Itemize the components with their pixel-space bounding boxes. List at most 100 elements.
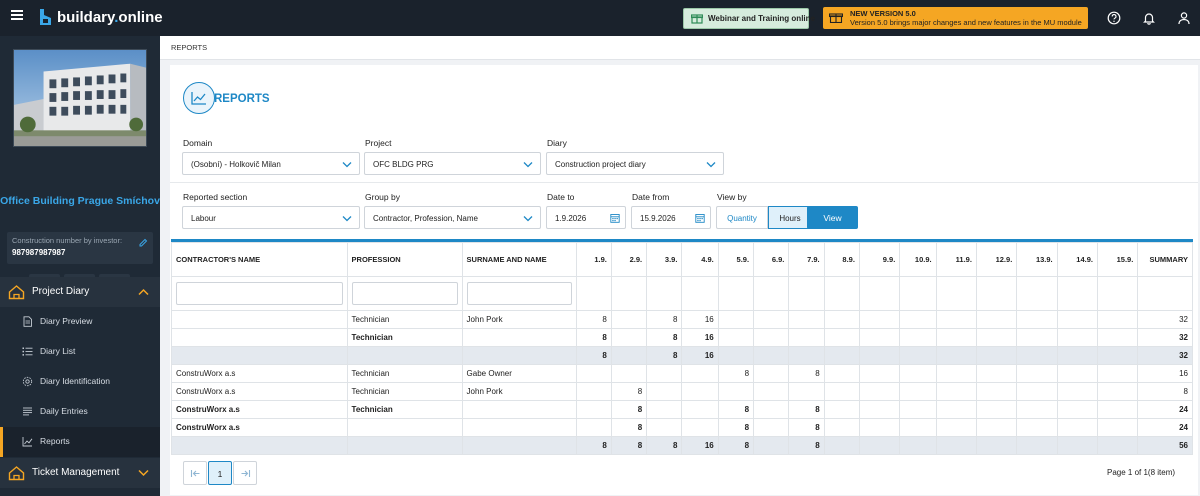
project-select[interactable]: OFC BLDG PRG bbox=[364, 152, 541, 175]
sidebar-item-reports[interactable]: Reports bbox=[0, 427, 160, 457]
diary-select[interactable]: Construction project diary bbox=[546, 152, 724, 175]
table-cell bbox=[975, 382, 1018, 401]
webinar-banner[interactable]: Webinar and Training online bbox=[683, 8, 815, 29]
table-cell bbox=[1016, 364, 1058, 383]
calendar-icon[interactable] bbox=[610, 213, 620, 223]
project-photo bbox=[13, 49, 147, 147]
bell-icon[interactable] bbox=[1142, 11, 1156, 25]
chart-icon bbox=[191, 92, 206, 105]
table-cell bbox=[1096, 400, 1139, 419]
domain-select[interactable]: (Osobní) - Holkovič Milan bbox=[182, 152, 360, 175]
column-header[interactable]: 14.9. bbox=[1056, 242, 1098, 277]
chevron-down-icon bbox=[342, 162, 352, 168]
construction-number: Construction number by investor: 9879879… bbox=[7, 232, 153, 264]
view-by-quantity[interactable]: Quantity bbox=[716, 206, 768, 229]
column-header[interactable]: 5.9. bbox=[717, 242, 755, 277]
table-cell: 8 bbox=[575, 328, 612, 347]
table-row: 8 8 8 16 8 8 56 bbox=[171, 436, 1193, 455]
view-button[interactable]: View bbox=[807, 206, 858, 229]
column-header[interactable]: 9.9. bbox=[858, 242, 901, 277]
column-header[interactable]: 2.9. bbox=[610, 242, 648, 277]
column-header[interactable]: SURNAME AND NAME bbox=[461, 242, 577, 277]
table-cell bbox=[823, 418, 860, 437]
table-row: Technician 8 8 16 32 bbox=[171, 328, 1193, 347]
table-cell bbox=[1096, 418, 1139, 437]
table-cell bbox=[1056, 382, 1098, 401]
page-1-button[interactable]: 1 bbox=[208, 461, 232, 485]
new-version-banner[interactable]: NEW VERSION 5.0 Version 5.0 brings major… bbox=[823, 7, 1088, 29]
table-cell bbox=[788, 328, 825, 347]
document-icon bbox=[23, 316, 32, 327]
sidebar-item-diary-list[interactable]: Diary List bbox=[0, 337, 160, 367]
menu-icon[interactable] bbox=[11, 10, 23, 20]
column-header[interactable]: 3.9. bbox=[646, 242, 683, 277]
table-cell bbox=[975, 310, 1018, 329]
table-cell: 8 bbox=[610, 382, 648, 401]
sidebar-item-diary-identification[interactable]: Diary Identification bbox=[0, 367, 160, 397]
edit-icon[interactable] bbox=[139, 238, 148, 247]
section-ticket-management[interactable]: Ticket Management bbox=[0, 458, 160, 488]
section-select[interactable]: Labour bbox=[182, 206, 360, 229]
chevron-down-icon bbox=[342, 216, 352, 222]
app-logo[interactable]: buildary.online bbox=[57, 9, 163, 26]
help-icon[interactable] bbox=[1107, 11, 1121, 25]
column-header[interactable]: 7.9. bbox=[788, 242, 825, 277]
breadcrumb: REPORTS bbox=[160, 36, 1200, 60]
view-by-hours[interactable]: Hours bbox=[768, 206, 812, 229]
user-icon[interactable] bbox=[1177, 11, 1191, 25]
table-row: ConstruWorx a.s Technician 8 8 8 24 bbox=[171, 400, 1193, 419]
table-cell: ConstruWorx a.s bbox=[171, 364, 348, 383]
column-header[interactable]: 8.9. bbox=[823, 242, 860, 277]
chevron-up-icon[interactable] bbox=[138, 288, 149, 296]
table-cell bbox=[899, 364, 937, 383]
group-by-select[interactable]: Contractor, Profession, Name bbox=[364, 206, 541, 229]
column-header[interactable]: 6.9. bbox=[753, 242, 790, 277]
last-page-icon bbox=[241, 470, 251, 477]
section-project-diary[interactable]: Project Diary bbox=[0, 277, 160, 307]
calendar-icon[interactable] bbox=[695, 213, 705, 223]
chevron-down-icon[interactable] bbox=[138, 469, 149, 477]
table-cell bbox=[899, 436, 937, 455]
sidebar-item-diary-preview[interactable]: Diary Preview bbox=[0, 307, 160, 337]
table-cell bbox=[575, 418, 612, 437]
table-cell bbox=[646, 400, 683, 419]
date-to-input[interactable]: 1.9.2026 bbox=[546, 206, 626, 229]
domain-value: (Osobní) - Holkovič Milan bbox=[191, 160, 281, 169]
contractor-filter-input[interactable] bbox=[176, 282, 343, 305]
column-header[interactable]: 11.9. bbox=[935, 242, 977, 277]
column-header[interactable]: 4.9. bbox=[681, 242, 719, 277]
date-from-value: 15.9.2026 bbox=[640, 214, 676, 223]
column-header[interactable]: 1.9. bbox=[575, 242, 612, 277]
profession-filter-input[interactable] bbox=[351, 282, 458, 305]
column-header[interactable]: SUMMARY bbox=[1137, 242, 1193, 277]
filter-row bbox=[171, 276, 1193, 311]
table-cell bbox=[858, 310, 901, 329]
table-cell bbox=[753, 346, 790, 365]
section-label: Ticket Management bbox=[32, 467, 120, 478]
first-page-button[interactable] bbox=[183, 461, 207, 485]
column-header[interactable]: PROFESSION bbox=[346, 242, 463, 277]
column-header[interactable]: CONTRACTOR'S NAME bbox=[171, 242, 348, 277]
column-header[interactable]: 10.9. bbox=[899, 242, 937, 277]
new-version-text: Version 5.0 brings major changes and new… bbox=[850, 18, 1082, 27]
column-header[interactable]: 13.9. bbox=[1016, 242, 1058, 277]
date-from-input[interactable]: 15.9.2026 bbox=[631, 206, 711, 229]
table-cell: 8 bbox=[610, 400, 648, 419]
name-filter-input[interactable] bbox=[466, 282, 572, 305]
table-cell bbox=[1016, 382, 1058, 401]
group-by-value: Contractor, Profession, Name bbox=[373, 214, 478, 223]
table-cell bbox=[823, 436, 860, 455]
project-title[interactable]: Office Building Prague Smíchov bbox=[0, 195, 160, 207]
sidebar-item-label: Diary Identification bbox=[40, 376, 110, 386]
table-cell bbox=[717, 310, 755, 329]
table-cell bbox=[575, 400, 612, 419]
column-header[interactable]: 15.9. bbox=[1096, 242, 1139, 277]
column-header[interactable]: 12.9. bbox=[975, 242, 1018, 277]
table-cell: John Pork bbox=[461, 310, 577, 329]
sidebar: Office Building Prague Smíchov Construct… bbox=[0, 36, 160, 496]
last-page-button[interactable] bbox=[233, 461, 257, 485]
gift-icon bbox=[691, 14, 703, 24]
sidebar-item-daily-entries[interactable]: Daily Entries bbox=[0, 397, 160, 427]
table-cell: 8 bbox=[788, 400, 825, 419]
table-cell bbox=[646, 382, 683, 401]
